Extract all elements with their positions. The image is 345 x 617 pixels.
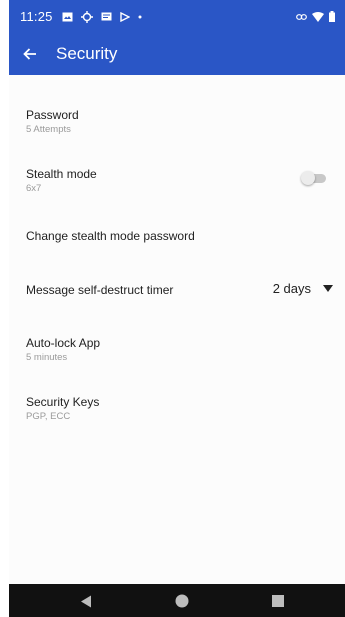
nav-back-button[interactable] <box>78 593 94 609</box>
self-destruct-timer-value: 2 days <box>272 281 311 296</box>
play-icon <box>119 11 130 22</box>
image-icon <box>62 12 73 21</box>
setting-password-title: Password <box>26 108 79 122</box>
nav-home-button[interactable] <box>174 593 190 609</box>
setting-stealth-mode-title: Stealth mode <box>26 167 97 181</box>
stealth-mode-toggle[interactable] <box>301 171 327 185</box>
back-button[interactable] <box>10 33 50 75</box>
self-destruct-timer-dropdown[interactable]: 2 days <box>273 281 333 296</box>
setting-self-destruct-timer: Message self-destruct timer 2 days <box>26 281 333 297</box>
wifi-icon <box>312 11 324 22</box>
setting-security-keys-subtitle: PGP, ECC <box>26 411 71 422</box>
home-circle-icon <box>175 594 189 608</box>
setting-password[interactable]: Password 5 Attempts <box>26 108 333 136</box>
setting-stealth-mode[interactable]: Stealth mode 6x7 <box>26 167 333 195</box>
dropdown-arrow-icon <box>323 285 333 292</box>
dot-icon <box>138 15 142 18</box>
status-time: 11:25 <box>20 9 53 24</box>
arrow-back-icon <box>23 48 36 60</box>
setting-change-stealth-password-title: Change stealth mode password <box>26 229 195 243</box>
settings-list: Password 5 Attempts Stealth mode 6x7 Cha… <box>9 75 345 584</box>
setting-auto-lock-app[interactable]: Auto-lock App 5 minutes <box>26 336 333 364</box>
app-bar: Security <box>9 33 345 75</box>
setting-stealth-mode-subtitle: 6x7 <box>26 183 42 194</box>
setting-password-subtitle: 5 Attempts <box>26 124 71 135</box>
setting-auto-lock-app-title: Auto-lock App <box>26 336 101 350</box>
setting-change-stealth-password[interactable]: Change stealth mode password <box>26 229 333 243</box>
location-icon <box>80 10 93 23</box>
battery-icon <box>329 11 335 22</box>
nav-recents-button[interactable] <box>270 593 286 609</box>
back-triangle-icon <box>81 595 91 607</box>
status-system-icons <box>296 11 335 22</box>
recents-square-icon <box>272 595 284 607</box>
setting-security-keys-title: Security Keys <box>26 395 100 409</box>
toggle-thumb <box>301 171 315 185</box>
navigation-bar <box>9 584 345 617</box>
link-icon <box>296 13 307 20</box>
setting-security-keys[interactable]: Security Keys PGP, ECC <box>26 395 333 423</box>
setting-auto-lock-app-subtitle: 5 minutes <box>26 352 68 363</box>
page-title: Security <box>56 44 118 63</box>
message-icon <box>101 12 112 21</box>
status-bar: 11:25 <box>9 0 345 33</box>
status-notification-icons <box>62 10 142 23</box>
